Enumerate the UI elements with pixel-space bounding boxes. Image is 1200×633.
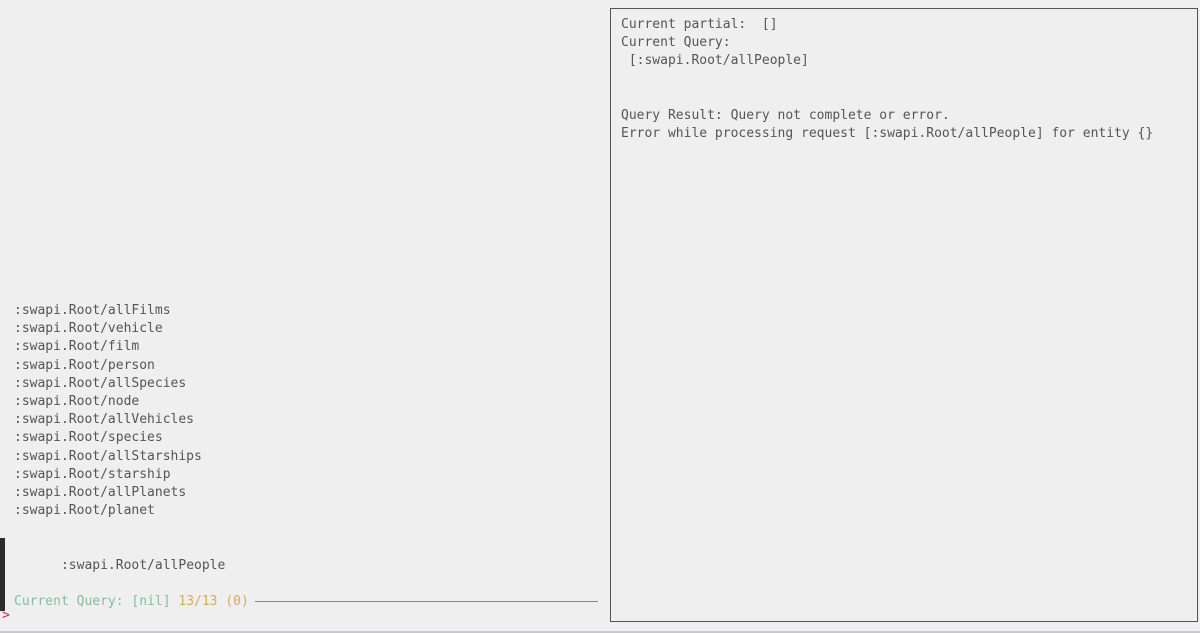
completion-list: :swapi.Root/allFilms :swapi.Root/vehicle… <box>14 302 225 593</box>
completion-item[interactable]: :swapi.Root/allSpecies <box>14 375 225 393</box>
result-header-line: Query Result: Query not complete or erro… <box>621 108 950 123</box>
prompt-input[interactable]: > <box>2 607 10 625</box>
completion-item[interactable]: :swapi.Root/starship <box>14 466 225 484</box>
completion-item[interactable]: :swapi.Root/allPlanets <box>14 484 225 502</box>
completion-selected-label: :swapi.Root/allPeople <box>61 558 225 573</box>
status-line: Current Query: [nil] 13/13 (0) <box>14 593 598 611</box>
query-value-line: [:swapi.Root/allPeople] <box>621 53 809 68</box>
current-query-text: Current Query: [nil] <box>14 593 171 611</box>
completion-item[interactable]: :swapi.Root/vehicle <box>14 320 225 338</box>
completion-item[interactable]: :swapi.Root/planet <box>14 502 225 520</box>
completion-item[interactable]: :swapi.Root/allStarships <box>14 448 225 466</box>
error-line: Error while processing request [:swapi.R… <box>621 126 1153 141</box>
result-content: Current partial: [] Current Query: [:swa… <box>621 16 1187 143</box>
spacer <box>171 593 179 611</box>
completion-item[interactable]: :swapi.Root/allVehicles <box>14 411 225 429</box>
completion-pane: :swapi.Root/allFilms :swapi.Root/vehicle… <box>0 0 600 633</box>
completion-item-selected[interactable]: :swapi.Root/allPeople <box>14 520 225 593</box>
selection-marker-icon <box>0 538 5 611</box>
query-label-line: Current Query: <box>621 35 731 50</box>
divider-line <box>255 601 598 602</box>
completion-item[interactable]: :swapi.Root/node <box>14 393 225 411</box>
completion-item[interactable]: :swapi.Root/person <box>14 357 225 375</box>
completion-counter: 13/13 (0) <box>178 593 248 611</box>
completion-item[interactable]: :swapi.Root/species <box>14 429 225 447</box>
completion-item[interactable]: :swapi.Root/allFilms <box>14 302 225 320</box>
result-pane: Current partial: [] Current Query: [:swa… <box>610 8 1198 622</box>
partial-line: Current partial: [] <box>621 17 778 32</box>
completion-item[interactable]: :swapi.Root/film <box>14 338 225 356</box>
